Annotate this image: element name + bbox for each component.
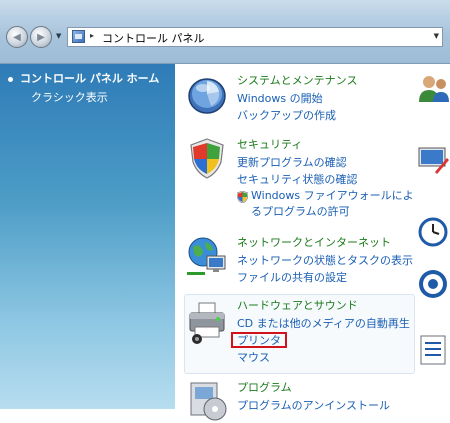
uac-shield-icon bbox=[237, 191, 248, 203]
printers-highlight-box bbox=[231, 332, 287, 348]
windows-startup-link[interactable]: Windows の開始 bbox=[237, 90, 323, 106]
network-internet-title[interactable]: ネットワークとインターネット bbox=[237, 234, 391, 250]
uninstall-program-link[interactable]: プログラムのアンインストール bbox=[237, 397, 390, 413]
control-panel-home-link[interactable]: コントロール パネル ホーム bbox=[8, 70, 159, 86]
programs-icon[interactable] bbox=[185, 379, 229, 423]
user-accounts-icon[interactable] bbox=[417, 72, 449, 104]
clock-language-region-icon[interactable] bbox=[417, 216, 449, 248]
forward-button[interactable]: ▶ bbox=[30, 26, 52, 48]
hardware-sound-title[interactable]: ハードウェアとサウンド bbox=[237, 297, 358, 313]
right-category-column bbox=[415, 64, 450, 409]
breadcrumb-chevron-icon[interactable]: ▸ bbox=[90, 31, 94, 40]
security-shield-icon[interactable] bbox=[185, 136, 229, 180]
check-updates-link[interactable]: 更新プログラムの確認 bbox=[237, 154, 347, 170]
control-panel-home-label: コントロール パネル ホーム bbox=[20, 72, 160, 85]
network-status-tasks-link[interactable]: ネットワークの状態とタスクの表示 bbox=[237, 252, 413, 268]
printer-hardware-icon[interactable] bbox=[185, 301, 229, 345]
category-view: システムとメンテナンス Windows の開始 バックアップの作成 セキュリティ… bbox=[175, 64, 450, 421]
network-globe-icon[interactable] bbox=[185, 234, 229, 278]
autoplay-media-link[interactable]: CD または他のメディアの自動再生 bbox=[237, 315, 410, 331]
allow-program-firewall-link[interactable]: Windows ファイアウォールによるプログラムの許可 bbox=[251, 188, 419, 220]
security-title[interactable]: セキュリティ bbox=[237, 136, 302, 152]
category-hardware-sound: ハードウェアとサウンド CD または他のメディアの自動再生 プリンタ マウス bbox=[185, 297, 413, 371]
back-button[interactable]: ◀ bbox=[6, 26, 28, 48]
appearance-personalization-icon[interactable] bbox=[417, 144, 449, 176]
address-dropdown-icon[interactable]: ▼ bbox=[434, 32, 439, 40]
recent-pages-dropdown-icon[interactable]: ▼ bbox=[56, 32, 61, 40]
mouse-link[interactable]: マウス bbox=[237, 349, 270, 365]
programs-title[interactable]: プログラム bbox=[237, 379, 292, 395]
create-backup-link[interactable]: バックアップの作成 bbox=[237, 107, 336, 123]
control-panel-icon bbox=[72, 30, 85, 43]
system-maintenance-icon[interactable] bbox=[185, 72, 229, 116]
ease-of-access-icon[interactable] bbox=[417, 268, 449, 300]
left-task-pane: コントロール パネル ホーム クラシック表示 bbox=[0, 64, 175, 409]
additional-options-icon[interactable] bbox=[417, 334, 449, 366]
category-network: ネットワークとインターネット ネットワークの状態とタスクの表示 ファイルの共有の… bbox=[185, 232, 413, 292]
classic-view-link[interactable]: クラシック表示 bbox=[31, 89, 108, 105]
bullet-icon bbox=[8, 76, 13, 82]
category-system-maintenance: システムとメンテナンス Windows の開始 バックアップの作成 bbox=[185, 70, 413, 130]
category-programs: プログラム プログラムのアンインストール bbox=[185, 377, 413, 421]
check-security-status-link[interactable]: セキュリティ状態の確認 bbox=[237, 171, 357, 187]
forward-arrow-icon: ▶ bbox=[37, 31, 45, 43]
category-security: セキュリティ 更新プログラムの確認 セキュリティ状態の確認 Windows ファ… bbox=[185, 134, 414, 224]
file-sharing-settings-link[interactable]: ファイルの共有の設定 bbox=[237, 269, 347, 285]
toolbar: ◀ ▶ ▼ ▸ コントロール パネル ▼ bbox=[0, 0, 450, 64]
system-maintenance-title[interactable]: システムとメンテナンス bbox=[237, 72, 357, 88]
breadcrumb-control-panel[interactable]: コントロール パネル bbox=[102, 30, 205, 46]
address-bar[interactable]: ▸ コントロール パネル ▼ bbox=[67, 27, 443, 47]
back-arrow-icon: ◀ bbox=[13, 31, 21, 43]
